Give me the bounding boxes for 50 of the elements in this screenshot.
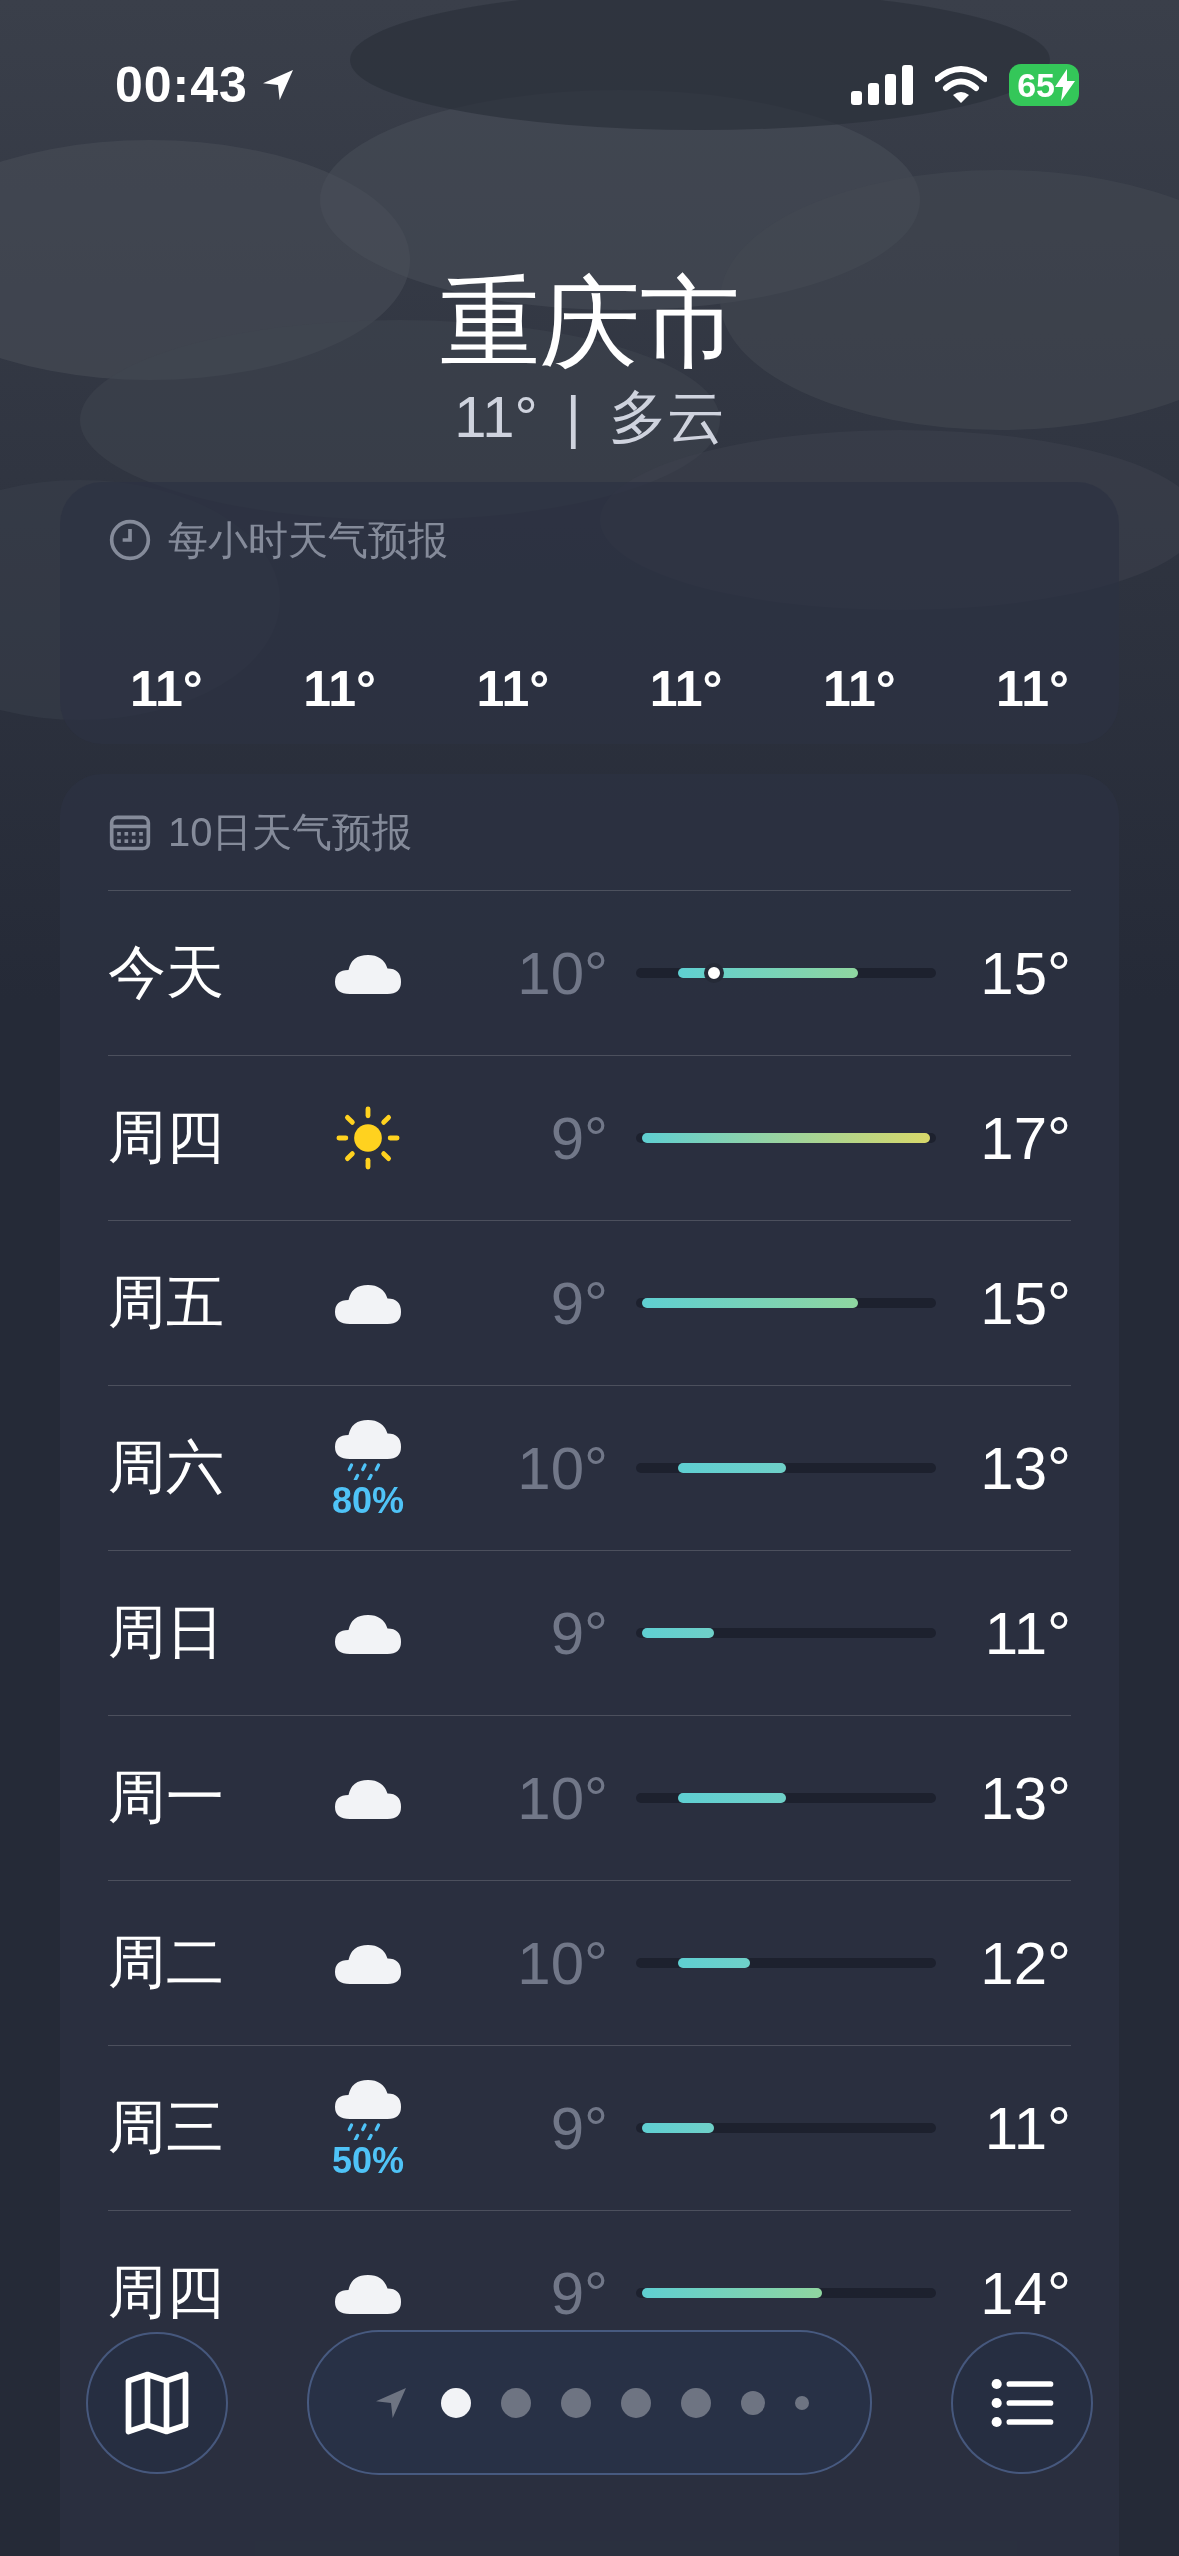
hourly-temperature: 11°: [476, 660, 550, 718]
precipitation-chance: 80%: [331, 1480, 405, 1522]
low-temperature: 9°: [550, 1599, 608, 1667]
status-time: 00:43: [115, 56, 248, 114]
temperature-range-fill: [642, 2123, 714, 2133]
signal-icon: [851, 65, 914, 105]
battery-percent: 65: [1017, 65, 1055, 105]
hourly-temperature: 11°: [822, 660, 896, 718]
high-temperature: 15°: [980, 1269, 1071, 1337]
high-temperature: 12°: [980, 1929, 1071, 1997]
temperature-range-fill: [642, 1628, 714, 1638]
hourly-temperature: 11°: [130, 660, 203, 718]
temperature-range-fill: [678, 1958, 750, 1968]
day-label: 周四: [108, 2258, 225, 2326]
low-temperature: 10°: [517, 1929, 608, 1997]
day-label: 周五: [108, 1268, 225, 1336]
low-temperature: 9°: [550, 1104, 608, 1172]
current-temperature: 11°: [454, 383, 538, 451]
city-name: 重庆市: [438, 265, 741, 380]
low-temperature: 10°: [517, 1764, 608, 1832]
high-temperature: 11°: [984, 2094, 1071, 2162]
day-label: 今天: [108, 938, 225, 1006]
clock-icon: [108, 518, 152, 562]
card-title: 10日天气预报: [168, 808, 413, 856]
high-temperature: 13°: [980, 1434, 1071, 1502]
charging-bolt-icon: [1055, 69, 1075, 101]
hourly-temperature: 11°: [996, 660, 1069, 718]
day-label: 周二: [108, 1928, 225, 1996]
precipitation-chance: 50%: [331, 2140, 405, 2182]
day-label: 周四: [108, 1103, 225, 1171]
low-temperature: 9°: [550, 1269, 608, 1337]
low-temperature: 10°: [517, 939, 608, 1007]
day-label: 周一: [108, 1763, 225, 1831]
day-label: 周三: [108, 2093, 225, 2161]
hourly-temperature: 11°: [303, 660, 377, 718]
high-temperature: 14°: [980, 2259, 1071, 2327]
hourly-temperature: 11°: [649, 660, 723, 718]
high-temperature: 11°: [984, 1599, 1071, 1667]
high-temperature: 17°: [980, 1104, 1071, 1172]
high-temperature: 15°: [980, 939, 1071, 1007]
card-title: 每小时天气预报: [168, 516, 448, 564]
low-temperature: 9°: [550, 2259, 608, 2327]
day-label: 周日: [108, 1598, 225, 1666]
weather-condition: 多云: [608, 383, 725, 451]
wifi-icon: [935, 65, 988, 105]
separator: |: [565, 383, 581, 451]
day-label: 周六: [108, 1433, 225, 1501]
high-temperature: 13°: [980, 1764, 1071, 1832]
low-temperature: 9°: [550, 2094, 608, 2162]
low-temperature: 10°: [517, 1434, 608, 1502]
